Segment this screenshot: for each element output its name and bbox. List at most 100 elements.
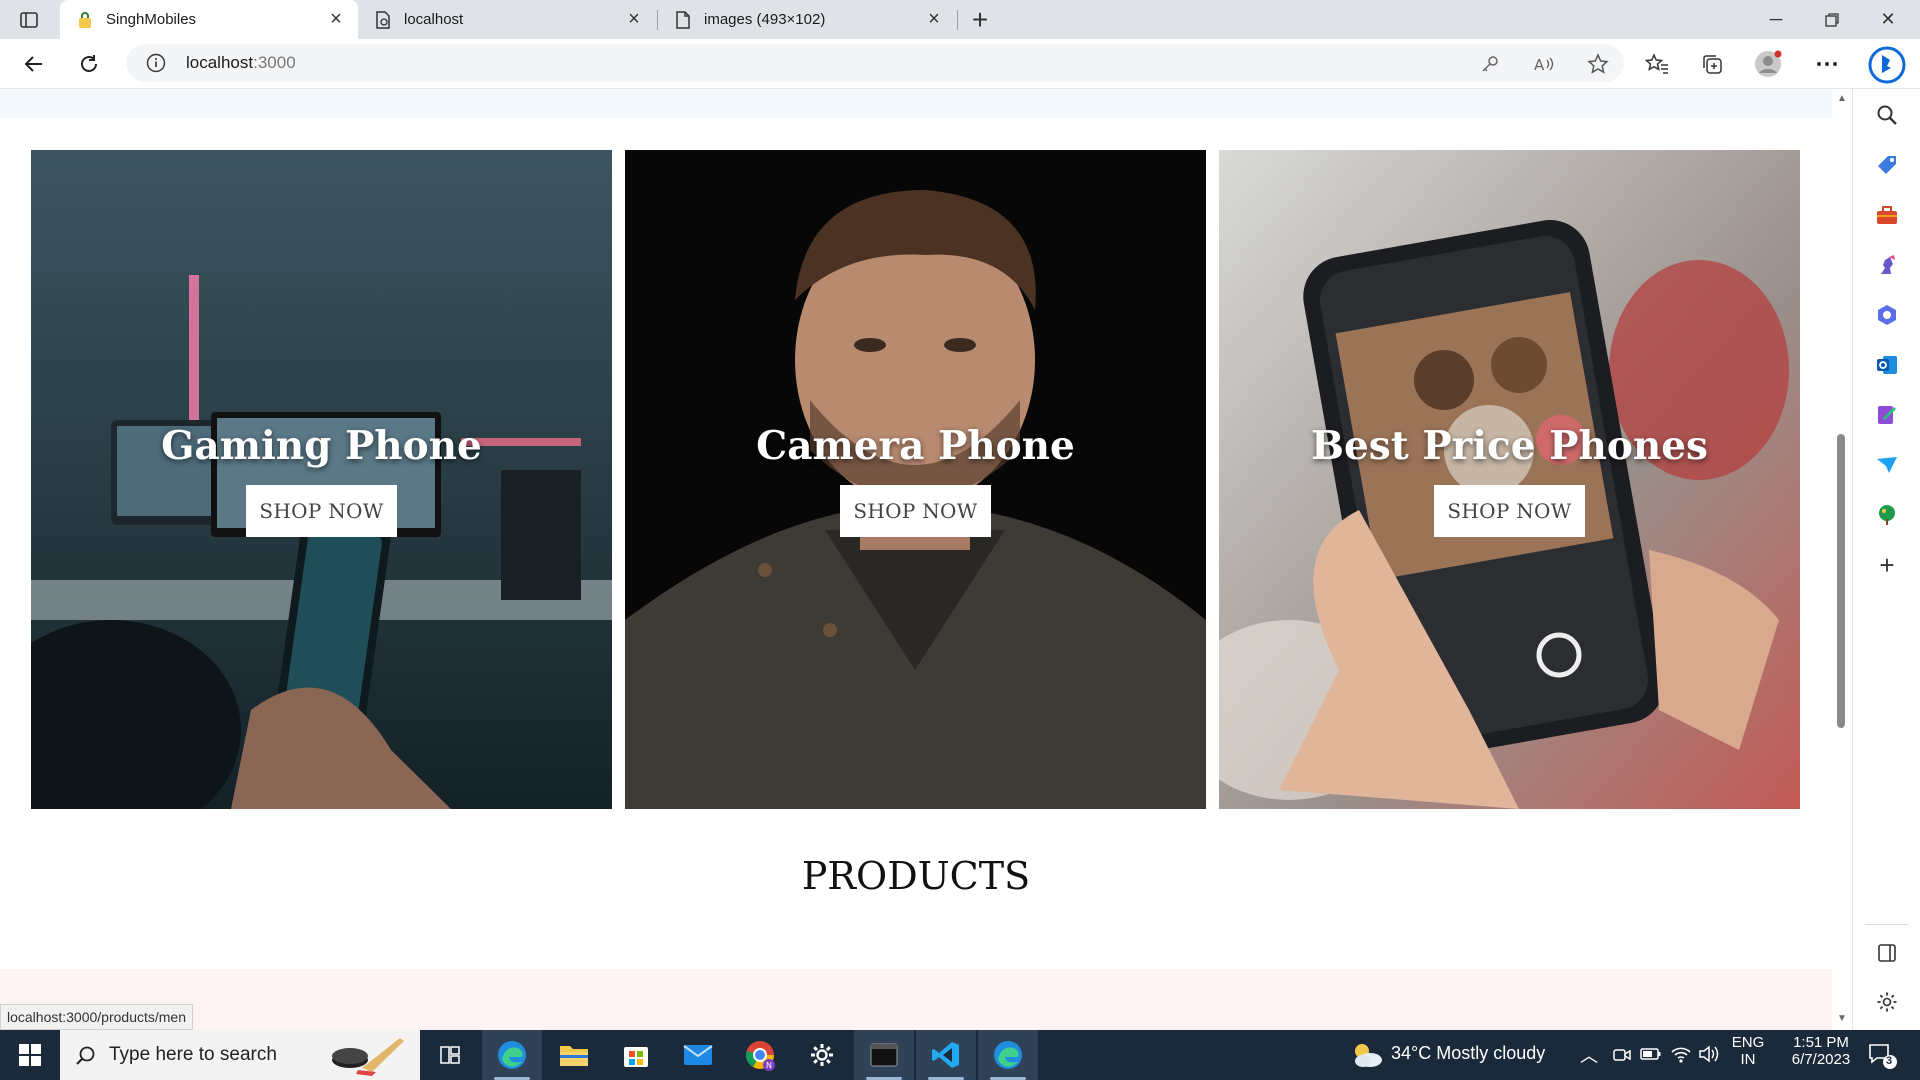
tab-close-icon[interactable]: ×	[924, 8, 944, 30]
chrome-icon: N	[745, 1041, 775, 1071]
vscode-icon	[932, 1042, 959, 1068]
clock-date: 6/7/2023	[1791, 1051, 1851, 1068]
scroll-thumb[interactable]	[1837, 434, 1845, 728]
refresh-icon	[81, 55, 97, 72]
bing-chat-button[interactable]	[1867, 45, 1907, 85]
notification-center-button[interactable]: 3	[1868, 1042, 1898, 1070]
tab-actions-button[interactable]	[16, 7, 42, 33]
edge-icon	[498, 1041, 526, 1069]
sidebar-outlook-icon[interactable]	[1873, 351, 1901, 379]
browser-toolbar: localhost:3000 A	[0, 39, 1920, 89]
sidebar-tree-icon[interactable]	[1873, 501, 1901, 529]
back-button[interactable]	[18, 48, 50, 80]
taskbar-file-explorer-button[interactable]	[544, 1030, 604, 1080]
taskbar-chrome-button[interactable]: N	[730, 1030, 790, 1080]
task-view-button[interactable]	[420, 1030, 480, 1080]
sidebar-search-icon[interactable]	[1873, 101, 1901, 129]
notification-count: 3	[1886, 1055, 1893, 1067]
scroll-up-arrow-icon[interactable]: ▲	[1836, 93, 1848, 105]
taskbar-settings-button[interactable]	[792, 1030, 852, 1080]
taskbar-terminal-button[interactable]	[854, 1030, 914, 1080]
sidebar-send-icon[interactable]	[1873, 451, 1901, 479]
link-status-url: localhost:3000/products/men	[0, 1004, 193, 1030]
task-view-icon	[440, 1046, 460, 1064]
sidebar-settings-gear-icon[interactable]	[1873, 988, 1901, 1016]
read-aloud-icon[interactable]: A	[1532, 52, 1556, 76]
phone-photo-image	[1219, 150, 1800, 809]
taskbar-edge-dev-button[interactable]	[978, 1030, 1038, 1080]
edge-icon	[994, 1041, 1022, 1069]
tab-close-icon[interactable]: ×	[624, 8, 644, 30]
maximize-button[interactable]	[1804, 0, 1860, 39]
wifi-icon[interactable]	[1670, 1044, 1692, 1069]
terminal-icon	[870, 1043, 898, 1067]
category-card-gaming[interactable]: Gaming Phone SHOP NOW	[31, 150, 612, 809]
url-text: localhost:3000	[186, 53, 296, 72]
settings-more-button[interactable]	[1811, 48, 1843, 80]
category-card-camera[interactable]: Camera Phone SHOP NOW	[625, 150, 1206, 809]
profile-button[interactable]	[1752, 48, 1784, 80]
new-tab-button[interactable]: +	[966, 4, 994, 35]
category-card-best-price[interactable]: Best Price Phones SHOP NOW	[1219, 150, 1800, 809]
tray-overflow-chevron-icon[interactable]: ︿	[1580, 1042, 1598, 1068]
favorites-button[interactable]	[1641, 48, 1673, 80]
tab-close-icon[interactable]: ×	[326, 8, 346, 30]
bing-icon	[1868, 46, 1906, 84]
address-bar[interactable]: localhost:3000 A	[126, 44, 1624, 82]
sidebar-games-icon[interactable]	[1873, 251, 1901, 279]
refresh-button[interactable]	[73, 48, 105, 80]
weather-cloud-icon[interactable]	[1350, 1040, 1384, 1070]
sidebar-add-icon[interactable]: +	[1873, 550, 1901, 580]
page-viewport: Gaming Phone SHOP NOW Camera Phone SHOP …	[0, 89, 1832, 1030]
mail-icon	[683, 1045, 713, 1065]
store-icon	[624, 1047, 648, 1067]
minimize-button[interactable]: ─	[1748, 0, 1804, 39]
products-heading: PRODUCTS	[801, 854, 1031, 898]
collections-icon	[1703, 55, 1722, 74]
windows-logo-icon	[19, 1044, 41, 1066]
close-window-button[interactable]: ✕	[1860, 0, 1916, 39]
card-title: Gaming Phone	[161, 422, 482, 469]
start-button[interactable]	[0, 1030, 60, 1080]
tab-strip: SinghMobiles × localhost × images (493×1…	[0, 0, 1920, 39]
favorite-star-icon[interactable]	[1586, 52, 1610, 76]
scroll-down-arrow-icon[interactable]: ▼	[1836, 1013, 1848, 1025]
clock[interactable]: 1:51 PM 6/7/2023	[1776, 1034, 1866, 1068]
page-favicon-icon	[374, 10, 392, 29]
battery-icon[interactable]	[1640, 1046, 1662, 1067]
sidebar-hide-icon[interactable]	[1873, 939, 1901, 967]
card-title: Best Price Phones	[1311, 422, 1708, 469]
collections-button[interactable]	[1696, 48, 1728, 80]
site-info-icon[interactable]	[146, 53, 166, 73]
hockey-highlight-icon	[332, 1038, 404, 1076]
avatar-icon	[1755, 50, 1782, 77]
folder-icon	[560, 1046, 588, 1066]
taskbar-search-input[interactable]: Type here to search	[60, 1030, 420, 1080]
weather-text[interactable]: 34°C Mostly cloudy	[1391, 1043, 1545, 1064]
tab-localhost[interactable]: localhost ×	[358, 0, 656, 39]
sidebar-shopping-icon[interactable]	[1873, 151, 1901, 179]
taskbar-vscode-button[interactable]	[916, 1030, 976, 1080]
taskbar-mail-button[interactable]	[668, 1030, 728, 1080]
gaming-setup-image	[31, 150, 612, 809]
shop-now-button[interactable]: SHOP NOW	[246, 484, 397, 537]
sidebar-copilot-icon[interactable]	[1873, 301, 1901, 329]
meet-now-icon[interactable]	[1612, 1045, 1632, 1070]
tab-images[interactable]: images (493×102) ×	[658, 0, 956, 39]
volume-icon[interactable]	[1698, 1044, 1720, 1069]
sidebar-tools-icon[interactable]	[1873, 201, 1901, 229]
sidebar-divider	[1865, 924, 1909, 925]
taskbar-edge-button[interactable]	[482, 1030, 542, 1080]
favorites-icon	[1645, 53, 1668, 74]
region-code: IN	[1740, 1051, 1756, 1068]
search-placeholder: Type here to search	[109, 1044, 277, 1065]
card-title: Camera Phone	[756, 422, 1075, 469]
language-indicator[interactable]: ENG IN	[1730, 1034, 1766, 1068]
tab-singhmobiles[interactable]: SinghMobiles ×	[60, 0, 358, 39]
shop-now-button[interactable]: SHOP NOW	[840, 484, 991, 537]
key-icon[interactable]	[1478, 52, 1502, 76]
shop-now-button[interactable]: SHOP NOW	[1434, 484, 1585, 537]
page-scrollbar[interactable]: ▲ ▼	[1832, 89, 1852, 1030]
taskbar-store-button[interactable]	[606, 1030, 666, 1080]
sidebar-designer-icon[interactable]	[1873, 401, 1901, 429]
